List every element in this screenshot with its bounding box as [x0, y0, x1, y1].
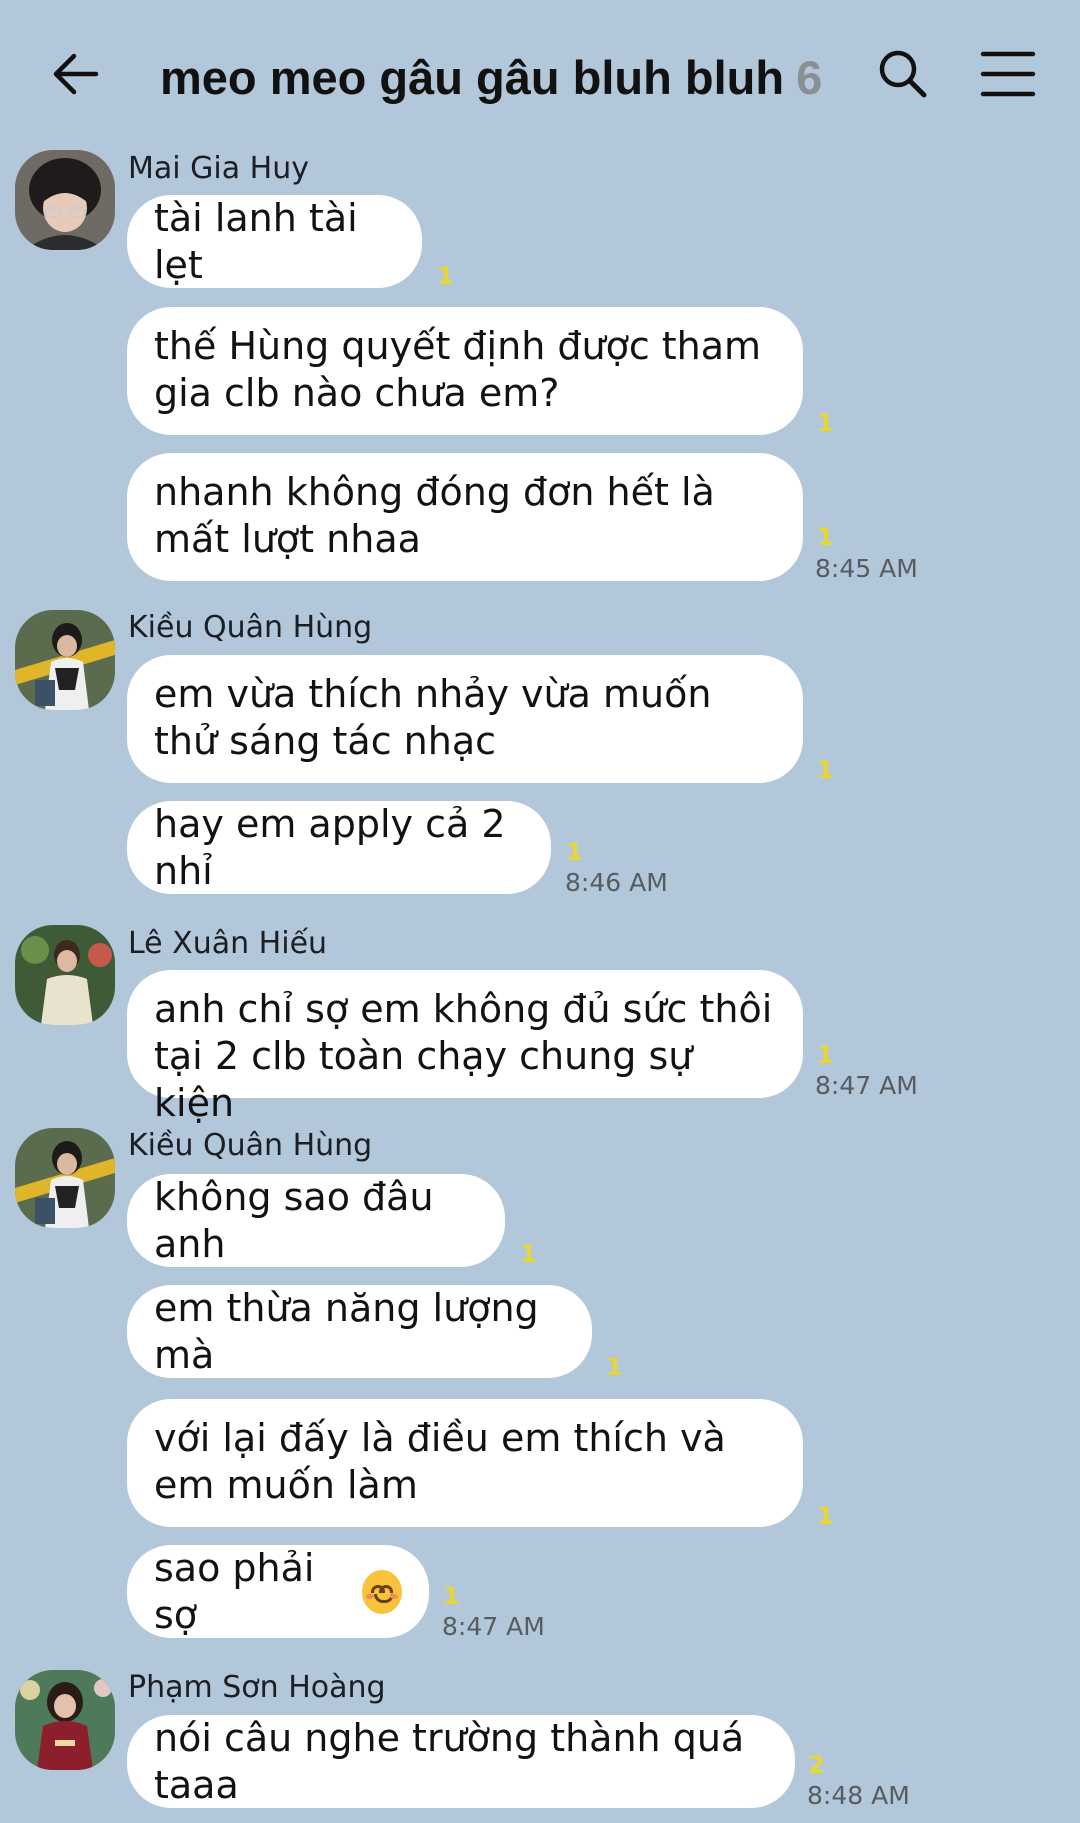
message-bubble[interactable]: thế Hùng quyết định được tham gia clb nà…: [127, 307, 803, 435]
unread-count: 1: [437, 262, 454, 290]
menu-button[interactable]: [978, 44, 1038, 104]
search-icon: [879, 50, 927, 98]
message-text: sao phải sợ: [154, 1545, 315, 1637]
unread-count: 1: [606, 1353, 623, 1381]
search-button[interactable]: [872, 44, 932, 104]
unread-count: 1: [817, 756, 834, 784]
message-text: không sao đâu anh: [154, 1174, 434, 1266]
sender-name: Lê Xuân Hiếu: [128, 926, 328, 961]
message-text: em thừa năng lượng mà: [154, 1285, 539, 1377]
message-bubble[interactable]: không sao đâu anh: [127, 1174, 505, 1267]
message-bubble[interactable]: em thừa năng lượng mà: [127, 1285, 592, 1378]
avatar-kieu-quan-hung[interactable]: [15, 1128, 115, 1228]
unread-count: 1: [566, 838, 583, 866]
message-text: nói câu nghe trường thành quá taaa: [154, 1715, 745, 1807]
message-text: hay em apply cả 2 nhỉ: [154, 801, 506, 893]
message-bubble[interactable]: nhanh không đóng đơn hết là mất lượt nha…: [127, 453, 803, 581]
sender-name: Phạm Sơn Hoàng: [128, 1670, 386, 1705]
message-time: 8:47 AM: [442, 1612, 545, 1641]
avatar-mai-gia-huy[interactable]: [15, 150, 115, 250]
message-time: 8:46 AM: [565, 868, 668, 897]
chat-title: meo meo gâu gâu bluh bluh 6: [160, 42, 822, 112]
sender-name: Kiều Quân Hùng: [128, 1128, 373, 1163]
message-text: với lại đấy là điều em thích và em muốn …: [154, 1416, 726, 1507]
message-bubble[interactable]: em vừa thích nhảy vừa muốn thử sáng tác …: [127, 655, 803, 783]
sender-name: Mai Gia Huy: [128, 151, 309, 186]
unread-count: 1: [817, 409, 834, 437]
smiling-face-emoji-icon: [362, 1569, 402, 1614]
avatar-photo: [15, 150, 115, 250]
member-count: 6: [796, 50, 823, 104]
avatar-le-xuan-hieu[interactable]: [15, 925, 115, 1025]
unread-count: 1: [817, 523, 834, 551]
avatar-photo: [15, 610, 115, 710]
sender-name: Kiều Quân Hùng: [128, 610, 373, 645]
message-time: 8:47 AM: [815, 1071, 918, 1100]
message-text: tài lanh tài lẹt: [154, 195, 358, 287]
message-bubble[interactable]: anh chỉ sợ em không đủ sức thôi tại 2 cl…: [127, 970, 803, 1125]
message-bubble[interactable]: tài lanh tài lẹt: [127, 195, 422, 288]
message-text: thế Hùng quyết định được tham gia clb nà…: [154, 324, 762, 415]
hamburger-menu-icon: [980, 51, 1036, 97]
unread-count: 1: [443, 1582, 460, 1610]
unread-count: 1: [520, 1240, 537, 1268]
chat-title-text: meo meo gâu gâu bluh bluh: [160, 50, 785, 104]
avatar-photo: [15, 1670, 115, 1770]
back-button[interactable]: [46, 44, 106, 104]
avatar-photo: [15, 925, 115, 1025]
message-time: 8:48 AM: [807, 1781, 910, 1810]
chat-screen: meo meo gâu gâu bluh bluh 6 Mai Gia Huy: [0, 0, 1080, 1823]
message-text: anh chỉ sợ em không đủ sức thôi tại 2 cl…: [154, 987, 773, 1125]
message-text: em vừa thích nhảy vừa muốn thử sáng tác …: [154, 672, 712, 763]
avatar-kieu-quan-hung[interactable]: [15, 610, 115, 710]
message-text: nhanh không đóng đơn hết là mất lượt nha…: [154, 470, 715, 561]
message-bubble[interactable]: hay em apply cả 2 nhỉ: [127, 801, 551, 894]
message-time: 8:45 AM: [815, 554, 918, 583]
message-bubble[interactable]: với lại đấy là điều em thích và em muốn …: [127, 1399, 803, 1527]
message-bubble[interactable]: nói câu nghe trường thành quá taaa: [127, 1715, 795, 1808]
avatar-photo: [15, 1128, 115, 1228]
unread-count: 1: [817, 1041, 834, 1069]
arrow-left-icon: [53, 53, 99, 95]
unread-count: 2: [808, 1751, 825, 1779]
unread-count: 1: [817, 1502, 834, 1530]
message-bubble[interactable]: sao phải sợ: [127, 1545, 429, 1638]
chat-header: meo meo gâu gâu bluh bluh 6: [0, 0, 1080, 150]
avatar-pham-son-hoang[interactable]: [15, 1670, 115, 1770]
